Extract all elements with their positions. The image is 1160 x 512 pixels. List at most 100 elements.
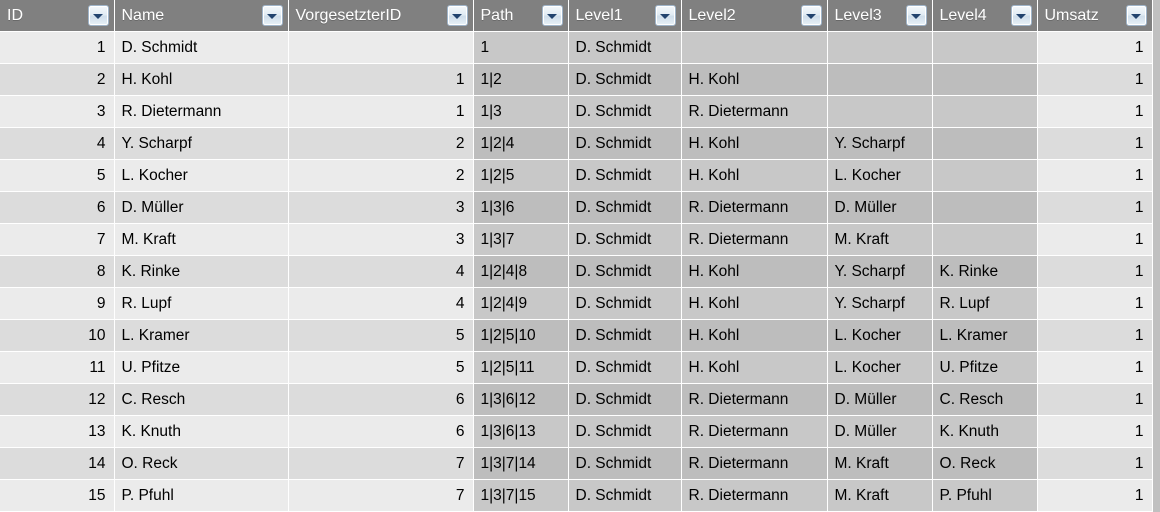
cell-id[interactable]: 13 — [0, 415, 115, 448]
cell-level4[interactable] — [932, 191, 1038, 224]
cell-level4[interactable] — [932, 223, 1038, 256]
cell-name[interactable]: R. Lupf — [114, 287, 289, 320]
cell-level4[interactable] — [932, 127, 1038, 160]
cell-level3[interactable]: D. Müller — [827, 383, 933, 416]
cell-path[interactable]: 1|3|6 — [473, 191, 569, 224]
cell-level2[interactable]: R. Dietermann — [681, 383, 828, 416]
cell-level2[interactable]: H. Kohl — [681, 351, 828, 384]
cell-level1[interactable]: D. Schmidt — [568, 415, 682, 448]
filter-dropdown-icon-id[interactable] — [87, 5, 109, 26]
cell-level1[interactable]: D. Schmidt — [568, 319, 682, 352]
cell-umsatz[interactable]: 1 — [1037, 351, 1153, 384]
cell-level1[interactable]: D. Schmidt — [568, 447, 682, 480]
column-header-level2[interactable]: Level2 — [681, 0, 828, 32]
cell-id[interactable]: 9 — [0, 287, 115, 320]
table-row[interactable]: 10 L. Kramer 5 1|2|5|10 D. Schmidt H. Kohl L. … — [0, 319, 1153, 352]
cell-umsatz[interactable]: 1 — [1037, 447, 1153, 480]
cell-level4[interactable]: O. Reck — [932, 447, 1038, 480]
cell-level3[interactable]: Y. Scharpf — [827, 255, 933, 288]
column-header-path[interactable]: Path — [473, 0, 569, 32]
cell-level3[interactable] — [827, 95, 933, 128]
cell-id[interactable]: 15 — [0, 479, 115, 512]
cell-name[interactable]: K. Knuth — [114, 415, 289, 448]
filter-dropdown-icon-umsatz[interactable] — [1125, 5, 1147, 26]
table-row[interactable]: 6 D. Müller 3 1|3|6 D. Schmidt R. Dietermann D… — [0, 191, 1153, 224]
cell-level3[interactable] — [827, 63, 933, 96]
cell-level1[interactable]: D. Schmidt — [568, 127, 682, 160]
cell-level2[interactable]: H. Kohl — [681, 63, 828, 96]
cell-path[interactable]: 1|3|6|13 — [473, 415, 569, 448]
table-row[interactable]: 4 Y. Scharpf 2 1|2|4 D. Schmidt H. Kohl Y. Sch… — [0, 127, 1153, 160]
table-row[interactable]: 14 O. Reck 7 1|3|7|14 D. Schmidt R. Dieterman… — [0, 447, 1153, 480]
cell-level1[interactable]: D. Schmidt — [568, 223, 682, 256]
cell-level2[interactable]: R. Dietermann — [681, 415, 828, 448]
cell-level2[interactable]: R. Dietermann — [681, 223, 828, 256]
cell-umsatz[interactable]: 1 — [1037, 63, 1153, 96]
table-row[interactable]: 2 H. Kohl 1 1|2 D. Schmidt H. Kohl 1 — [0, 63, 1153, 96]
cell-path[interactable]: 1|2|4|8 — [473, 255, 569, 288]
cell-id[interactable]: 10 — [0, 319, 115, 352]
cell-level4[interactable]: K. Rinke — [932, 255, 1038, 288]
cell-umsatz[interactable]: 1 — [1037, 255, 1153, 288]
cell-id[interactable]: 4 — [0, 127, 115, 160]
cell-umsatz[interactable]: 1 — [1037, 159, 1153, 192]
cell-id[interactable]: 12 — [0, 383, 115, 416]
cell-path[interactable]: 1|3 — [473, 95, 569, 128]
cell-name[interactable]: U. Pfitze — [114, 351, 289, 384]
filter-dropdown-icon-name[interactable] — [261, 5, 283, 26]
cell-level3[interactable]: Y. Scharpf — [827, 287, 933, 320]
cell-id[interactable]: 1 — [0, 31, 115, 64]
cell-name[interactable]: L. Kramer — [114, 319, 289, 352]
table-row[interactable]: 9 R. Lupf 4 1|2|4|9 D. Schmidt H. Kohl Y. Scha… — [0, 287, 1153, 320]
cell-id[interactable]: 7 — [0, 223, 115, 256]
cell-level2[interactable]: R. Dietermann — [681, 95, 828, 128]
cell-level3[interactable]: L. Kocher — [827, 351, 933, 384]
cell-level1[interactable]: D. Schmidt — [568, 159, 682, 192]
table-row[interactable]: 1 D. Schmidt 1 D. Schmidt 1 — [0, 31, 1153, 64]
cell-path[interactable]: 1 — [473, 31, 569, 64]
table-row[interactable]: 5 L. Kocher 2 1|2|5 D. Schmidt H. Kohl L. Koch… — [0, 159, 1153, 192]
cell-level1[interactable]: D. Schmidt — [568, 351, 682, 384]
column-header-name[interactable]: Name — [114, 0, 289, 32]
cell-level1[interactable]: D. Schmidt — [568, 287, 682, 320]
column-header-vorgesetzter_id[interactable]: VorgesetzterID — [288, 0, 474, 32]
cell-umsatz[interactable]: 1 — [1037, 31, 1153, 64]
cell-name[interactable]: R. Dietermann — [114, 95, 289, 128]
table-row[interactable]: 13 K. Knuth 6 1|3|6|13 D. Schmidt R. Dieterma… — [0, 415, 1153, 448]
filter-dropdown-icon-level1[interactable] — [654, 5, 676, 26]
cell-level3[interactable]: D. Müller — [827, 415, 933, 448]
cell-level3[interactable]: Y. Scharpf — [827, 127, 933, 160]
cell-level3[interactable]: M. Kraft — [827, 223, 933, 256]
cell-level1[interactable]: D. Schmidt — [568, 383, 682, 416]
cell-vorgesetzter_id[interactable]: 7 — [288, 479, 474, 512]
cell-level1[interactable]: D. Schmidt — [568, 191, 682, 224]
cell-level2[interactable] — [681, 31, 828, 64]
cell-level4[interactable]: U. Pfitze — [932, 351, 1038, 384]
cell-id[interactable]: 3 — [0, 95, 115, 128]
table-row[interactable]: 8 K. Rinke 4 1|2|4|8 D. Schmidt H. Kohl Y. Sch… — [0, 255, 1153, 288]
cell-level4[interactable]: K. Knuth — [932, 415, 1038, 448]
cell-path[interactable]: 1|3|7 — [473, 223, 569, 256]
cell-level1[interactable]: D. Schmidt — [568, 31, 682, 64]
cell-path[interactable]: 1|2|4|9 — [473, 287, 569, 320]
cell-level2[interactable]: H. Kohl — [681, 127, 828, 160]
cell-path[interactable]: 1|2|5 — [473, 159, 569, 192]
cell-path[interactable]: 1|2|5|11 — [473, 351, 569, 384]
cell-vorgesetzter_id[interactable]: 1 — [288, 95, 474, 128]
cell-level1[interactable]: D. Schmidt — [568, 63, 682, 96]
cell-level2[interactable]: R. Dietermann — [681, 447, 828, 480]
cell-name[interactable]: Y. Scharpf — [114, 127, 289, 160]
cell-level2[interactable]: H. Kohl — [681, 159, 828, 192]
filter-dropdown-icon-level4[interactable] — [1010, 5, 1032, 26]
cell-level2[interactable]: H. Kohl — [681, 287, 828, 320]
cell-level4[interactable] — [932, 63, 1038, 96]
column-header-level4[interactable]: Level4 — [932, 0, 1038, 32]
cell-name[interactable]: C. Resch — [114, 383, 289, 416]
cell-vorgesetzter_id[interactable]: 3 — [288, 191, 474, 224]
cell-name[interactable]: M. Kraft — [114, 223, 289, 256]
cell-level4[interactable]: C. Resch — [932, 383, 1038, 416]
cell-path[interactable]: 1|2 — [473, 63, 569, 96]
cell-id[interactable]: 14 — [0, 447, 115, 480]
cell-umsatz[interactable]: 1 — [1037, 127, 1153, 160]
cell-umsatz[interactable]: 1 — [1037, 191, 1153, 224]
